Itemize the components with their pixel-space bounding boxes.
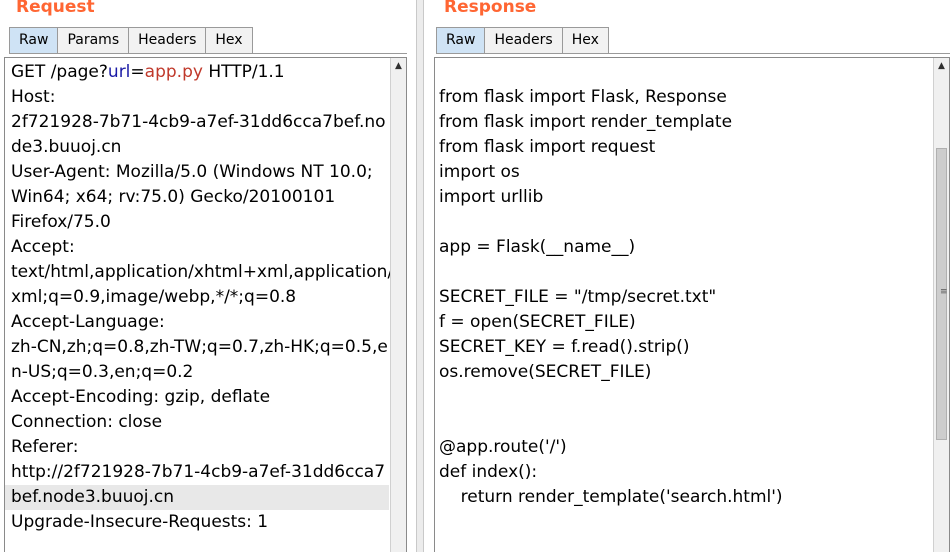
param-equals: =	[130, 62, 145, 82]
response-line	[439, 385, 929, 410]
request-method-path: GET /page?	[11, 62, 108, 82]
response-tab-raw[interactable]: Raw	[436, 27, 486, 53]
response-line: return render_template('search.html')	[439, 487, 783, 507]
response-tab-headers[interactable]: Headers	[484, 27, 563, 53]
response-pane: Response Raw Headers Hex from flask impo…	[424, 0, 950, 552]
request-line: Accept-Encoding: gzip, deflate	[11, 387, 271, 407]
request-title: Request	[16, 0, 95, 17]
request-pane: Request Raw Params Headers Hex GET /page…	[0, 0, 416, 552]
request-line: Host:	[11, 87, 56, 107]
request-line: zh-CN,zh;q=0.8,zh-TW;q=0.7,zh-HK;q=0.5,e	[11, 337, 388, 357]
request-editor[interactable]: GET /page?url=app.py HTTP/1.1 Host: 2f721…	[4, 57, 407, 552]
response-text[interactable]: from flask import Flask, Response from fl…	[439, 85, 929, 510]
param-name: url	[107, 62, 131, 82]
response-scrollbar[interactable]: ▲ ≡	[933, 58, 949, 552]
request-scrollbar[interactable]: ▲	[390, 58, 406, 552]
response-line: app = Flask(__name__)	[439, 237, 636, 257]
request-text[interactable]: GET /page?url=app.py HTTP/1.1 Host: 2f721…	[5, 60, 394, 535]
request-line: de3.buuoj.cn	[11, 137, 122, 157]
response-line: SECRET_FILE = "/tmp/secret.txt"	[439, 287, 717, 307]
request-line: Accept-Language:	[11, 312, 165, 332]
response-line	[439, 260, 929, 285]
request-line: http://2f721928-7b71-4cb9-a7ef-31dd6cca7	[11, 462, 386, 482]
response-tabs: Raw Headers Hex	[436, 27, 609, 54]
response-line	[439, 410, 929, 435]
response-line: from flask import request	[439, 137, 656, 157]
response-line	[439, 210, 929, 235]
request-line: Win64; x64; rv:75.0) Gecko/20100101	[11, 187, 336, 207]
request-line: Connection: close	[11, 412, 163, 432]
request-line: text/html,application/xhtml+xml,applicat…	[11, 262, 394, 282]
response-line: from flask import render_template	[439, 112, 733, 132]
response-line: from flask import Flask, Response	[439, 87, 727, 107]
request-tab-underline	[9, 53, 407, 54]
request-line: Accept:	[11, 237, 75, 257]
request-line: 2f721928-7b71-4cb9-a7ef-31dd6cca7bef.no	[11, 112, 386, 132]
pane-divider[interactable]	[416, 0, 424, 552]
response-line: os.remove(SECRET_FILE)	[439, 362, 652, 382]
response-line: SECRET_KEY = f.read().strip()	[439, 337, 690, 357]
request-line: Referer:	[11, 437, 79, 457]
param-value: app.py	[144, 62, 203, 82]
response-title: Response	[444, 0, 537, 17]
triangle-up-icon[interactable]: ▲	[934, 58, 949, 74]
request-line: Firefox/75.0	[11, 212, 111, 232]
triangle-up-icon[interactable]: ▲	[391, 58, 406, 74]
request-line: Upgrade-Insecure-Requests: 1	[11, 512, 269, 532]
request-tab-params[interactable]: Params	[57, 27, 130, 53]
response-line: f = open(SECRET_FILE)	[439, 312, 636, 332]
request-line: n-US;q=0.3,en;q=0.2	[11, 362, 194, 382]
response-tab-underline	[436, 53, 950, 54]
request-line: bef.node3.buuoj.cn	[5, 485, 389, 510]
request-line: User-Agent: Mozilla/5.0 (Windows NT 10.0…	[11, 162, 373, 182]
request-tab-raw[interactable]: Raw	[9, 27, 59, 53]
request-tabs: Raw Params Headers Hex	[9, 27, 253, 54]
response-scroll-thumb[interactable]: ≡	[936, 148, 948, 440]
request-tab-hex[interactable]: Hex	[205, 27, 253, 53]
response-editor[interactable]: from flask import Flask, Response from fl…	[434, 57, 950, 552]
request-line: xml;q=0.9,image/webp,*/*;q=0.8	[11, 287, 297, 307]
response-line: def index():	[439, 462, 538, 482]
response-line: import os	[439, 162, 520, 182]
request-protocol: HTTP/1.1	[202, 62, 285, 82]
request-tab-headers[interactable]: Headers	[128, 27, 207, 53]
response-line: import urllib	[439, 187, 544, 207]
response-tab-hex[interactable]: Hex	[561, 27, 609, 53]
request-line: GET /page?url=app.py HTTP/1.1	[11, 60, 391, 85]
response-line: @app.route('/')	[439, 437, 567, 457]
grip-lines-icon: ≡	[940, 287, 948, 297]
